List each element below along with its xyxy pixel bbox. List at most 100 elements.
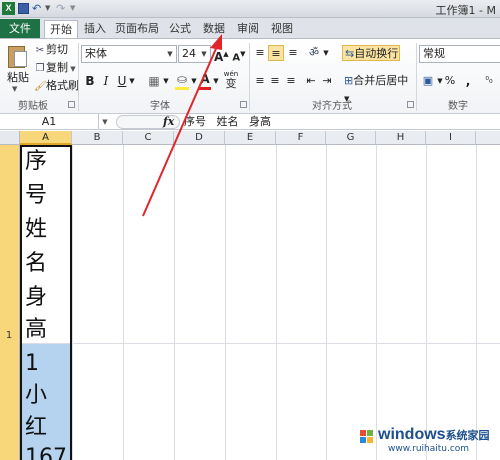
column-header-f[interactable]: F: [276, 131, 326, 145]
tab-view[interactable]: 视图: [266, 20, 298, 38]
tab-formulas[interactable]: 公式: [164, 20, 196, 38]
copy-label: 复制: [46, 61, 68, 74]
bold-button[interactable]: B: [84, 73, 96, 89]
cell-text-line: 号: [25, 183, 48, 208]
save-icon[interactable]: [18, 3, 29, 14]
fill-color-icon[interactable]: ⛀: [174, 71, 190, 90]
watermark-brand: windows系统家园: [378, 426, 490, 443]
fill-dropdown-icon[interactable]: ▼: [190, 73, 198, 89]
row-number: 1: [5, 330, 13, 341]
italic-button[interactable]: I: [100, 73, 112, 89]
cell-text-line: 名: [25, 251, 48, 276]
name-box[interactable]: A1: [0, 114, 99, 130]
number-group-label: 数字: [448, 101, 468, 112]
alignment-launcher-icon[interactable]: [407, 101, 414, 108]
increase-decimal-icon[interactable]: ⁰₀: [480, 73, 498, 89]
decrease-indent-icon[interactable]: ⇤: [304, 73, 318, 89]
comma-button[interactable]: ,: [462, 73, 474, 89]
merge-center-button[interactable]: ⊞合并后居中 ▼: [342, 73, 412, 103]
grow-font-button[interactable]: A▲: [214, 46, 229, 64]
insert-function-icon[interactable]: fx: [163, 114, 174, 130]
font-color-icon[interactable]: A: [198, 71, 212, 90]
select-all-corner[interactable]: [0, 131, 20, 145]
tab-data[interactable]: 数据: [198, 20, 230, 38]
column-header-a[interactable]: A: [20, 131, 72, 145]
excel-logo-icon[interactable]: X: [2, 2, 15, 15]
grid-line: [123, 145, 124, 460]
font-launcher-icon[interactable]: [240, 101, 247, 108]
increase-indent-icon[interactable]: ⇥: [320, 73, 334, 89]
formula-input[interactable]: 序号 姓名 身高: [184, 114, 271, 130]
border-icon[interactable]: ▦: [146, 73, 162, 89]
brush-icon: 🖌: [34, 81, 47, 92]
title-bar: X ↶ ▼ ↷ ▼ 工作簿1 - M: [0, 0, 500, 18]
percent-button[interactable]: %: [444, 73, 456, 89]
column-header-d[interactable]: D: [174, 131, 225, 145]
scissors-icon: ✂: [35, 45, 45, 56]
format-painter-label: 格式刷: [46, 79, 79, 92]
name-box-dropdown-icon[interactable]: ▼: [100, 114, 110, 130]
undo-icon[interactable]: ↶: [32, 2, 44, 15]
grid-line: [276, 145, 277, 460]
align-bottom-icon[interactable]: ≡: [286, 45, 300, 61]
column-header-e[interactable]: E: [225, 131, 276, 145]
worksheet-grid[interactable]: [20, 145, 500, 460]
chevron-down-icon: ▼: [167, 50, 173, 58]
cut-button[interactable]: ✂ 剪切: [34, 42, 68, 58]
align-middle-icon[interactable]: ≡: [268, 45, 284, 61]
row-header-1[interactable]: [0, 145, 20, 460]
column-header-c[interactable]: C: [123, 131, 174, 145]
orientation-dropdown-icon[interactable]: ▼: [322, 45, 330, 61]
paste-button[interactable]: 粘贴: [4, 69, 32, 85]
shrink-font-button[interactable]: A▼: [232, 46, 246, 63]
currency-icon[interactable]: ▣: [420, 73, 436, 89]
paste-dropdown-icon[interactable]: ▼: [12, 85, 17, 93]
wrap-text-icon: ⇆: [345, 47, 355, 60]
font-size-select[interactable]: 24 ▼: [178, 45, 211, 63]
cell-text-line: 序: [25, 149, 48, 174]
tab-page-layout[interactable]: 页面布局: [112, 20, 162, 38]
copy-button[interactable]: ❐ 复制 ▼: [34, 60, 76, 76]
column-header-g[interactable]: G: [326, 131, 376, 145]
align-right-icon[interactable]: ≡: [284, 73, 298, 89]
tab-file[interactable]: 文件: [0, 19, 40, 38]
column-header-h[interactable]: H: [376, 131, 426, 145]
cell-text-line: 红: [25, 415, 48, 440]
format-painter-button[interactable]: 🖌格式刷: [34, 78, 79, 94]
clipboard-launcher-icon[interactable]: [68, 101, 75, 108]
column-header-b[interactable]: B: [72, 131, 123, 145]
grid-line: [326, 145, 327, 460]
wrap-text-button[interactable]: ⇆自动换行: [342, 45, 400, 61]
phonetic-char: 变: [225, 77, 237, 90]
font-size-value: 24: [182, 47, 196, 60]
customize-qat-icon[interactable]: ▼: [70, 2, 78, 15]
orientation-icon[interactable]: ॐ: [306, 45, 322, 61]
underline-dropdown-icon[interactable]: ▼: [128, 73, 136, 89]
font-name-value: 宋体: [85, 47, 107, 60]
border-dropdown-icon[interactable]: ▼: [162, 73, 170, 89]
undo-dropdown-icon[interactable]: ▼: [45, 2, 53, 15]
ribbon-home: 粘贴 ▼ ✂ 剪切 ❐ 复制 ▼ 🖌格式刷 剪贴板 宋体 ▼ 24 ▼ A▲ A▼ B …: [0, 38, 500, 114]
paste-icon[interactable]: [6, 43, 28, 69]
cell-text-line: 高: [25, 317, 48, 342]
align-center-icon[interactable]: ≡: [268, 73, 282, 89]
cell-text-line: 167: [25, 445, 67, 460]
number-format-select[interactable]: 常规: [419, 45, 500, 63]
tab-insert[interactable]: 插入: [80, 20, 110, 38]
group-divider: [78, 43, 79, 111]
font-color-dropdown-icon[interactable]: ▼: [212, 73, 220, 89]
grid-line: [426, 145, 427, 460]
grid-line: [72, 145, 73, 460]
column-header-i[interactable]: I: [426, 131, 476, 145]
phonetic-guide-button[interactable]: wén 变: [222, 69, 240, 91]
column-header-partial[interactable]: [476, 131, 500, 145]
cell-text-line: 小: [25, 383, 48, 408]
align-top-icon[interactable]: ≡: [253, 45, 267, 61]
align-left-icon[interactable]: ≡: [253, 73, 267, 89]
tab-home[interactable]: 开始: [44, 20, 78, 38]
redo-icon[interactable]: ↷: [56, 2, 68, 15]
currency-dropdown-icon[interactable]: ▼: [436, 73, 444, 89]
font-name-select[interactable]: 宋体 ▼: [81, 45, 177, 63]
underline-button[interactable]: U: [116, 73, 128, 89]
tab-review[interactable]: 审阅: [232, 20, 264, 38]
